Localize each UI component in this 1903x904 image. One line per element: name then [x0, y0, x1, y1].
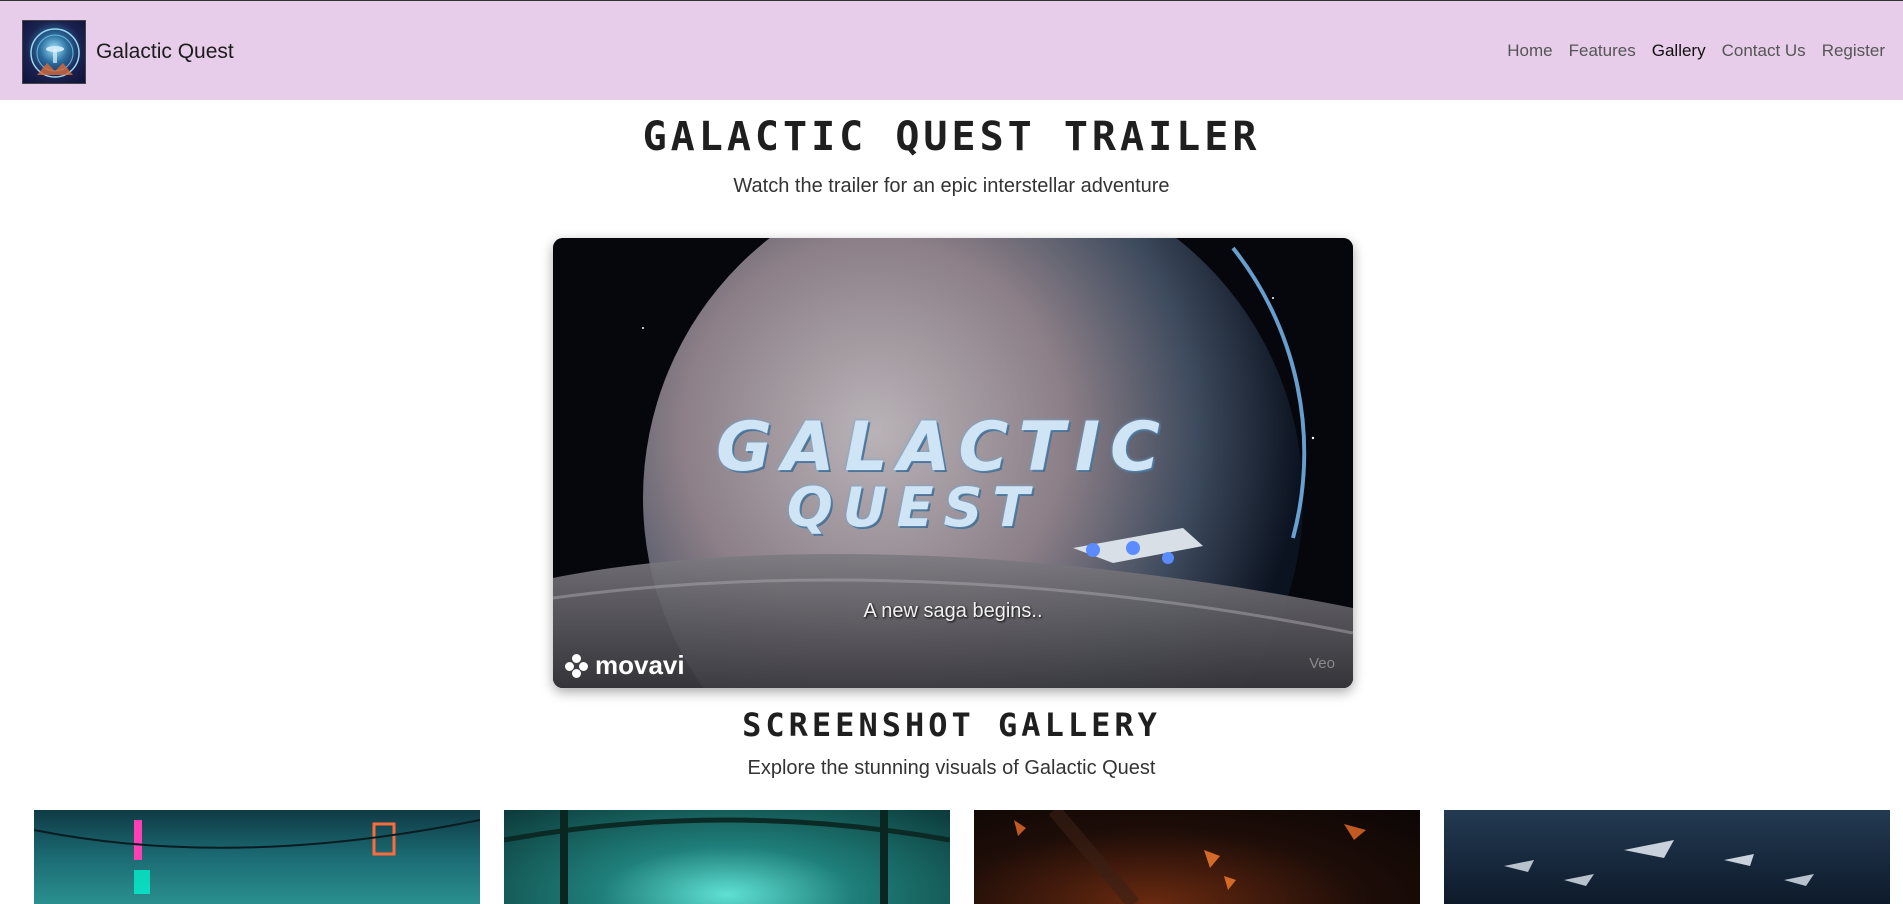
- brand-logo-icon[interactable]: [22, 20, 86, 84]
- nav-gallery[interactable]: Gallery: [1652, 41, 1706, 61]
- main-nav: Home Features Gallery Contact Us Registe…: [1507, 41, 1885, 61]
- navbar: Galactic Quest Home Features Gallery Con…: [0, 0, 1903, 100]
- nav-contact-us[interactable]: Contact Us: [1722, 41, 1806, 61]
- gallery-thumbnail[interactable]: [504, 810, 950, 904]
- nav-home[interactable]: Home: [1507, 41, 1552, 61]
- brand[interactable]: Galactic Quest: [22, 20, 234, 84]
- video-logo-subtext: QUEST: [786, 476, 1040, 539]
- watermark-text: movavi: [595, 650, 685, 680]
- trailer-title: GALACTIC QUEST TRAILER: [642, 114, 1261, 160]
- gallery-thumbnail[interactable]: [974, 810, 1420, 904]
- brand-name[interactable]: Galactic Quest: [96, 40, 234, 64]
- video-corner-label: Veo: [1309, 655, 1335, 672]
- gallery-thumbnail[interactable]: [1444, 810, 1890, 904]
- nav-register[interactable]: Register: [1822, 41, 1885, 61]
- screenshot-gallery: [34, 810, 1890, 904]
- trailer-video[interactable]: GALACTIC QUEST A new saga begins.. movav…: [553, 238, 1353, 688]
- gallery-title: SCREENSHOT GALLERY: [742, 706, 1161, 744]
- movavi-logo-icon: [565, 653, 589, 678]
- nav-features[interactable]: Features: [1569, 41, 1636, 61]
- trailer-subtitle: Watch the trailer for an epic interstell…: [733, 175, 1170, 197]
- video-caption: A new saga begins..: [863, 600, 1043, 622]
- gallery-subtitle: Explore the stunning visuals of Galactic…: [747, 757, 1156, 779]
- gallery-thumbnail[interactable]: [34, 810, 480, 904]
- movavi-watermark: movavi: [565, 650, 685, 681]
